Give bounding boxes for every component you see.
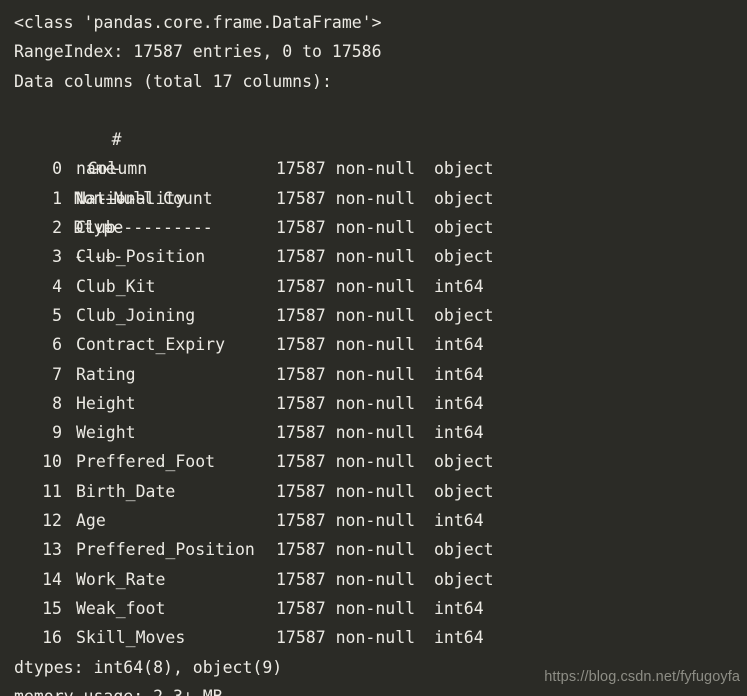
cell-index: 1 — [52, 188, 62, 208]
cell-dtype: object — [434, 452, 494, 472]
cell-column-name: Preffered_Position — [76, 540, 255, 560]
cell-non-null-count: 17587 non-null — [276, 452, 416, 472]
table-row: 11 Birth_Date 17587 non-null object — [0, 477, 747, 506]
table-row: 15 Weak_foot 17587 non-null int64 — [0, 594, 747, 623]
cell-index: 15 — [42, 598, 62, 618]
table-row: 2 Club 17587 non-null object — [0, 213, 747, 242]
cell-dtype: object — [434, 247, 494, 267]
cell-dtype: int64 — [434, 364, 484, 384]
cell-non-null-count: 17587 non-null — [276, 628, 416, 648]
cell-dtype: int64 — [434, 276, 484, 296]
blog-watermark: https://blog.csdn.net/fyfugoyfa — [544, 669, 740, 685]
table-row: 4 Club_Kit 17587 non-null int64 — [0, 272, 747, 301]
cell-dtype: object — [434, 188, 494, 208]
table-row: 5 Club_Joining 17587 non-null object — [0, 301, 747, 330]
console-text-block: <class 'pandas.core.frame.DataFrame'> Ra… — [0, 0, 747, 696]
cell-non-null-count: 17587 non-null — [276, 335, 416, 355]
cell-column-name: Skill_Moves — [76, 628, 186, 648]
cell-column-name: Weight — [76, 423, 136, 443]
table-row: 1 Nationality 17587 non-null object — [0, 184, 747, 213]
cell-non-null-count: 17587 non-null — [276, 218, 416, 238]
data-columns-line: Data columns (total 17 columns): — [14, 71, 332, 91]
cell-column-name: Height — [76, 393, 136, 413]
cell-dtype: object — [434, 540, 494, 560]
cell-index: 5 — [52, 305, 62, 325]
cell-dtype: object — [434, 218, 494, 238]
cell-index: 7 — [52, 364, 62, 384]
cell-index: 3 — [52, 247, 62, 267]
cell-non-null-count: 17587 non-null — [276, 305, 416, 325]
table-row: 0 name 17587 non-null object — [0, 154, 747, 183]
table-header-row: # Column Non-Null Count Dtype — [0, 96, 747, 237]
cell-non-null-count: 17587 non-null — [276, 569, 416, 589]
cell-index: 6 — [52, 335, 62, 355]
cell-column-name: Age — [76, 511, 106, 531]
table-row: 3 Club_Position 17587 non-null object — [0, 242, 747, 271]
cell-non-null-count: 17587 non-null — [276, 423, 416, 443]
cell-non-null-count: 17587 non-null — [276, 540, 416, 560]
cell-non-null-count: 17587 non-null — [276, 393, 416, 413]
table-row: 12 Age 17587 non-null int64 — [0, 506, 747, 535]
cell-column-name: Nationality — [76, 188, 186, 208]
cell-column-name: Club — [76, 218, 116, 238]
cell-column-name: Weak_foot — [76, 598, 166, 618]
cell-dtype: int64 — [434, 628, 484, 648]
cell-index: 2 — [52, 218, 62, 238]
cell-dtype: object — [434, 305, 494, 325]
header-index: # — [111, 130, 122, 150]
table-rows-container: 0 name 17587 non-null object 1 Nationality 175… — [0, 154, 747, 652]
cell-index: 10 — [42, 452, 62, 472]
cell-dtype: object — [434, 569, 494, 589]
table-row: 13 Preffered_Position 17587 non-null object — [0, 535, 747, 564]
cell-non-null-count: 17587 non-null — [276, 276, 416, 296]
table-row: 16 Skill_Moves 17587 non-null int64 — [0, 623, 747, 652]
cell-non-null-count: 17587 non-null — [276, 598, 416, 618]
cell-index: 13 — [42, 540, 62, 560]
cell-index: 9 — [52, 423, 62, 443]
cell-index: 11 — [42, 481, 62, 501]
cell-index: 0 — [52, 159, 62, 179]
cell-column-name: name — [76, 159, 116, 179]
table-row: 14 Work_Rate 17587 non-null object — [0, 565, 747, 594]
cell-index: 12 — [42, 511, 62, 531]
cell-column-name: Birth_Date — [76, 481, 176, 501]
cell-dtype: int64 — [434, 423, 484, 443]
cell-index: 8 — [52, 393, 62, 413]
cell-column-name: Club_Kit — [76, 276, 156, 296]
table-row: 8 Height 17587 non-null int64 — [0, 389, 747, 418]
cell-column-name: Work_Rate — [76, 569, 166, 589]
cell-column-name: Preffered_Foot — [76, 452, 216, 472]
cell-dtype: object — [434, 159, 494, 179]
cell-non-null-count: 17587 non-null — [276, 481, 416, 501]
cell-non-null-count: 17587 non-null — [276, 188, 416, 208]
cell-dtype: object — [434, 481, 494, 501]
cell-dtype: int64 — [434, 393, 484, 413]
cell-column-name: Club_Position — [76, 247, 206, 267]
cell-index: 4 — [52, 276, 62, 296]
dataframe-class-line: <class 'pandas.core.frame.DataFrame'> — [14, 13, 382, 32]
cell-non-null-count: 17587 non-null — [276, 247, 416, 267]
cell-dtype: int64 — [434, 598, 484, 618]
table-row: 10 Preffered_Foot 17587 non-null object — [0, 447, 747, 476]
cell-non-null-count: 17587 non-null — [276, 159, 416, 179]
cell-dtype: int64 — [434, 335, 484, 355]
range-index-line: RangeIndex: 17587 entries, 0 to 17586 — [14, 42, 382, 62]
cell-non-null-count: 17587 non-null — [276, 364, 416, 384]
cell-column-name: Rating — [76, 364, 136, 384]
cell-dtype: int64 — [434, 511, 484, 531]
terminal-output-screen: <class 'pandas.core.frame.DataFrame'> Ra… — [0, 0, 747, 696]
cell-column-name: Club_Joining — [76, 305, 196, 325]
cell-index: 16 — [42, 628, 62, 648]
cell-column-name: Contract_Expiry — [76, 335, 226, 355]
cell-index: 14 — [42, 569, 62, 589]
table-row: 7 Rating 17587 non-null int64 — [0, 360, 747, 389]
table-row: 6 Contract_Expiry 17587 non-null int64 — [0, 330, 747, 359]
table-row: 9 Weight 17587 non-null int64 — [0, 418, 747, 447]
cell-non-null-count: 17587 non-null — [276, 511, 416, 531]
